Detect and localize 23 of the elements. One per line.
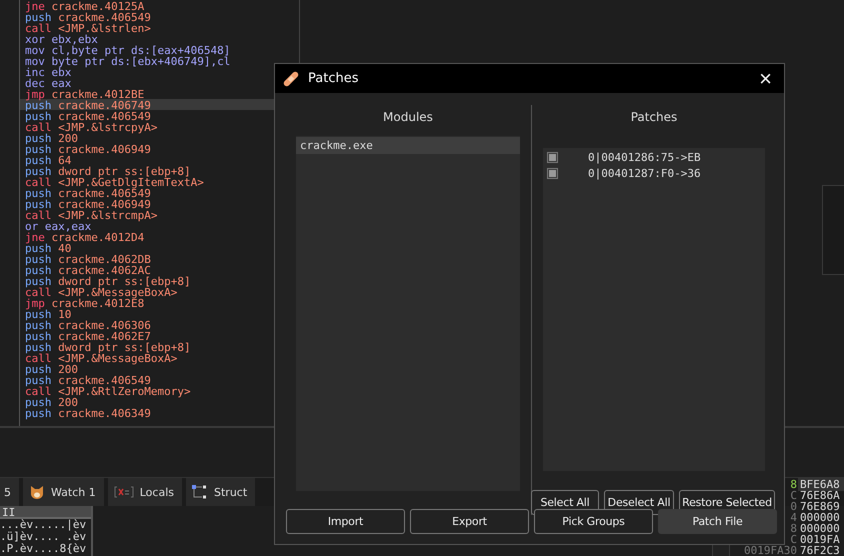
- column-header: II: [0, 506, 91, 519]
- stack-address: C: [790, 533, 797, 546]
- stack-value: 76F2C3: [799, 544, 841, 556]
- dump-row-text: ...èv.....|èv: [0, 519, 88, 531]
- patch-entry: 0|00401287:F0->36: [588, 166, 701, 180]
- stack-address: 8: [790, 522, 797, 535]
- dialog-title: Patches: [308, 71, 360, 86]
- stack-address: 0: [790, 500, 797, 513]
- stack-address: 4: [790, 511, 797, 524]
- stack-value: BFE6A8: [798, 478, 844, 491]
- stack-value: 0019FA: [799, 533, 841, 546]
- patches-heading: Patches: [630, 109, 678, 126]
- dump-row-text: .ü]èv.... .èv: [0, 531, 88, 543]
- patch-entry: 0|00401286:75->EB: [588, 150, 701, 164]
- stack-address: 8: [790, 478, 797, 491]
- dump-row-text: .P.èv....8{èv: [0, 543, 88, 555]
- stack-value: 000000: [799, 522, 841, 535]
- modules-heading: Modules: [382, 109, 434, 126]
- stack-address: 0019FA30: [744, 544, 797, 556]
- stack-value: 000000: [799, 511, 841, 524]
- stack-address: C: [790, 489, 797, 502]
- stack-value: 76E86A: [799, 489, 841, 502]
- stack-value: 76E869: [799, 500, 841, 513]
